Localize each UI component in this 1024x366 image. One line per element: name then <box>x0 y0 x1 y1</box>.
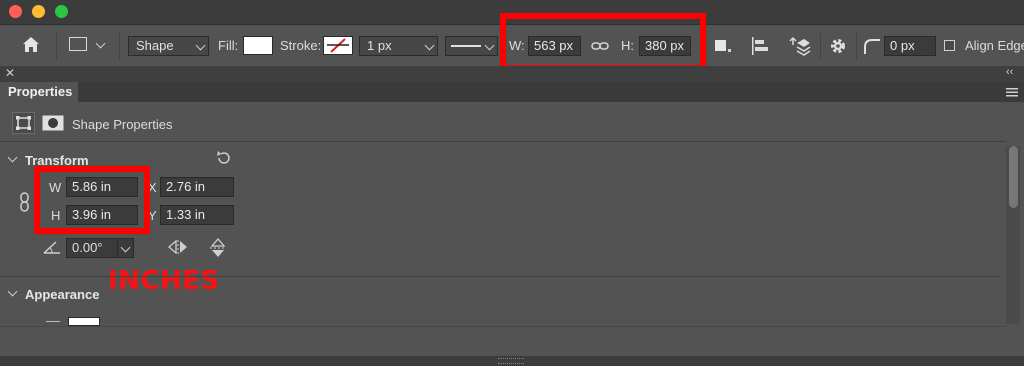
dropdown-divider <box>117 239 118 257</box>
appearance-collapse-chevron-icon[interactable] <box>7 286 18 297</box>
panel-menu-icon[interactable] <box>1006 87 1018 97</box>
appearance-section-title: Appearance <box>25 287 100 302</box>
mask-icon[interactable] <box>42 115 64 131</box>
inches-highlight-box <box>34 166 150 234</box>
path-alignment-icon[interactable] <box>751 36 769 56</box>
panel-scrollbar-thumb[interactable] <box>1009 146 1018 208</box>
corner-radius-value: 0 px <box>890 38 915 53</box>
transform-x-field[interactable]: 2.76 in <box>160 177 234 197</box>
separator <box>56 33 57 59</box>
link-width-height-icon[interactable] <box>19 192 31 212</box>
stroke-width-value: 1 px <box>367 38 392 53</box>
shape-mode-dropdown[interactable]: Shape <box>128 36 209 56</box>
inches-annotation: INCHES <box>108 266 220 296</box>
close-panel-icon[interactable]: ✕ <box>5 66 15 80</box>
stroke-width-dropdown[interactable]: 1 px <box>359 36 438 56</box>
reset-transform-icon[interactable] <box>215 150 233 166</box>
tab-properties[interactable]: Properties <box>0 82 78 102</box>
appearance-fill-swatch[interactable] <box>68 317 100 326</box>
shape-mode-value: Shape <box>136 38 174 53</box>
divider <box>0 276 1000 277</box>
transform-collapse-chevron-icon[interactable] <box>7 152 18 163</box>
path-operations-icon[interactable] <box>715 40 726 51</box>
panel-header-strip: ✕ ‹‹ <box>0 66 1024 82</box>
separator <box>856 33 857 59</box>
home-icon[interactable] <box>21 35 41 55</box>
path-arrangement-icon[interactable] <box>789 35 811 57</box>
separator <box>119 33 120 59</box>
collapse-panel-icon[interactable]: ‹‹ <box>1006 66 1013 78</box>
rectangle-tool-icon <box>69 37 87 51</box>
divider <box>0 326 1006 327</box>
separator <box>820 33 821 59</box>
resize-grip-icon[interactable] <box>498 358 524 364</box>
flip-vertical-icon[interactable] <box>210 238 226 258</box>
chevron-down-icon <box>120 242 131 253</box>
minimize-window-button[interactable] <box>32 5 45 18</box>
fill-swatch[interactable] <box>243 36 273 55</box>
transform-y-field[interactable]: 1.33 in <box>160 205 234 225</box>
menu-indicator <box>728 49 731 52</box>
stroke-label: Stroke: <box>280 38 322 53</box>
shape-properties-tab-button[interactable] <box>12 112 35 134</box>
transform-bounds-icon <box>16 116 31 130</box>
transform-x-value: 2.76 in <box>166 179 206 194</box>
panel-tab-row <box>0 82 1024 102</box>
chevron-down-icon <box>424 40 435 51</box>
corner-radius-icon <box>864 39 880 54</box>
solid-line-icon <box>451 45 481 47</box>
panel-bottom-bar <box>0 356 1024 366</box>
gear-icon[interactable] <box>829 37 847 55</box>
angle-value: 0.00° <box>72 240 103 255</box>
chevron-down-icon <box>484 40 495 51</box>
chevron-down-icon <box>195 40 206 51</box>
corner-radius-field[interactable]: 0 px <box>884 36 936 56</box>
close-window-button[interactable] <box>9 5 22 18</box>
align-edges-label: Align Edge <box>965 38 1024 53</box>
fill-label: Fill: <box>218 38 239 53</box>
pixels-highlight-box <box>500 13 706 71</box>
angle-dropdown[interactable]: 0.00° <box>66 238 134 258</box>
flip-horizontal-icon[interactable] <box>168 240 188 254</box>
angle-icon <box>43 241 60 254</box>
zoom-window-button[interactable] <box>55 5 68 18</box>
chevron-down-icon <box>95 38 106 49</box>
stroke-type-dropdown[interactable] <box>445 36 498 56</box>
transform-y-value: 1.33 in <box>166 207 206 222</box>
shape-properties-label: Shape Properties <box>72 117 173 132</box>
stroke-swatch[interactable] <box>323 36 353 55</box>
divider <box>0 141 1006 142</box>
align-edges-checkbox[interactable] <box>944 40 955 51</box>
tool-preset-picker[interactable] <box>66 36 110 56</box>
